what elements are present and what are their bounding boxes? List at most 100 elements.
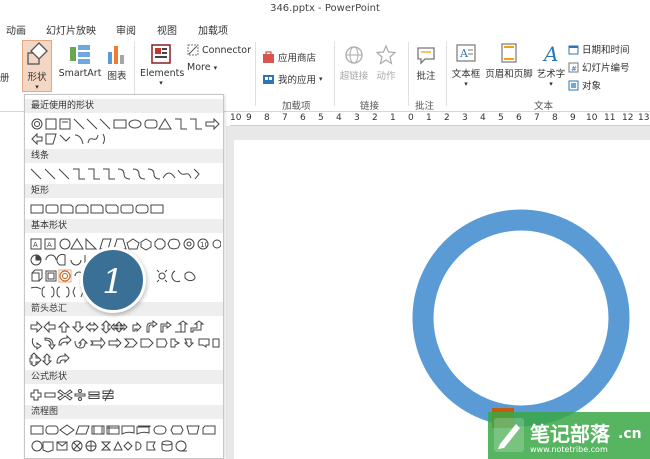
calendar-icon	[568, 45, 579, 54]
comment-label: 批注	[416, 71, 436, 82]
arrow-icons	[29, 352, 70, 367]
comment-icon	[417, 47, 435, 65]
svg-text:10: 10	[200, 241, 209, 249]
object-label: 对象	[582, 81, 602, 92]
textbox-label: 文本框	[451, 69, 481, 80]
ruler-tick: 3	[354, 113, 360, 123]
chart-button[interactable]: 图表	[105, 42, 129, 82]
section-flowchart: 流程图	[25, 405, 223, 419]
my-apps-label: 我的应用	[278, 75, 317, 86]
watermark: 笔记部落 .cn www.notetribe.com	[488, 412, 650, 459]
rectangles-row[interactable]	[29, 201, 179, 217]
chart-icon	[108, 46, 124, 64]
slide-number-label: 幻灯片编号	[582, 63, 630, 74]
flowchart-row-1[interactable]	[29, 422, 221, 438]
ruler-tick: 12	[622, 113, 634, 123]
ruler-tick: 8	[552, 113, 558, 123]
section-equation-shapes: 公式形状	[25, 370, 223, 384]
hyperlink-button[interactable]: 超链接	[338, 44, 370, 82]
chevron-down-icon: ▾	[213, 63, 218, 72]
album-button-partial[interactable]: 册	[0, 70, 10, 84]
wordart-icon: A	[542, 42, 558, 64]
globe-link-icon	[345, 46, 363, 64]
datetime-button[interactable]: 日期和时间	[568, 42, 630, 56]
object-icon	[568, 80, 579, 90]
more-button[interactable]: More ▾	[187, 62, 217, 73]
shapes-button[interactable]: 形状 ▾	[22, 40, 52, 92]
arrows-row-1[interactable]	[29, 319, 221, 335]
donut-ring-shape[interactable]	[412, 209, 630, 427]
comments-group-label: 批注	[415, 101, 435, 112]
textbox-button[interactable]: A 文本框 ▾	[450, 42, 482, 88]
connector-icon	[187, 44, 199, 56]
rectangle-icons	[30, 204, 164, 214]
elements-icon	[151, 44, 171, 64]
chart-label: 图表	[107, 71, 127, 82]
tab-review[interactable]: 审阅	[116, 22, 136, 37]
equation-row[interactable]	[29, 387, 149, 403]
recent-shapes-row-2[interactable]	[29, 131, 149, 147]
text-group-label: 文本	[534, 101, 554, 112]
ruler-tick: 0	[408, 113, 414, 123]
shape-icons	[31, 132, 105, 146]
step-number: 1	[102, 262, 124, 302]
app-store-label: 应用商店	[278, 53, 317, 64]
recent-shapes-row-1[interactable]	[29, 116, 221, 132]
ruler-tick: 10	[230, 113, 242, 123]
ruler-tick: 4	[480, 113, 486, 123]
action-label: 动作	[376, 71, 396, 82]
arrow-icons	[31, 335, 220, 350]
flowchart-row-2[interactable]	[29, 438, 221, 454]
svg-text:#: #	[571, 65, 577, 73]
connector-button[interactable]: Connector	[187, 44, 251, 56]
shapes-icon	[27, 42, 48, 65]
header-footer-button[interactable]: 页眉和页脚	[484, 42, 534, 80]
section-basic-shapes: 基本形状	[25, 219, 223, 233]
my-apps-button[interactable]: 我的应用 ▾	[262, 72, 323, 86]
chevron-down-icon: ▾	[319, 75, 323, 83]
ruler-tick: 4	[336, 113, 342, 123]
smartart-button[interactable]: SmartArt	[58, 42, 102, 79]
ruler-tick: 6	[516, 113, 522, 123]
tab-addins[interactable]: 加载项	[198, 22, 228, 37]
smartart-label: SmartArt	[58, 68, 102, 79]
ruler-tick: 2	[444, 113, 450, 123]
svg-text:A: A	[47, 241, 52, 249]
ruler-tick: 6	[300, 113, 306, 123]
connector-label: Connector	[202, 44, 251, 56]
arrows-row-3[interactable]	[29, 351, 109, 367]
ruler-tick: 3	[462, 113, 468, 123]
tab-view[interactable]: 视图	[157, 22, 177, 37]
horizontal-ruler: 10 9 8 7 6 5 4 3 2 1 0 1 2 3 4 5 6 7 8 9…	[230, 112, 650, 126]
comment-button[interactable]: 批注	[412, 44, 440, 82]
line-icons	[30, 168, 200, 180]
ruler-tick: 9	[246, 113, 252, 123]
arrows-row-2[interactable]	[29, 335, 221, 351]
tab-animations[interactable]: 动画	[6, 22, 26, 37]
ruler-tick: 10	[586, 113, 598, 123]
app-store-button[interactable]: 应用商店	[262, 50, 316, 64]
section-recent-shapes: 最近使用的形状	[25, 99, 223, 113]
ruler-tick: 11	[604, 113, 616, 123]
object-button[interactable]: 对象	[568, 78, 601, 92]
elements-label: Elements	[140, 68, 185, 79]
elements-button[interactable]: Elements ▾	[140, 42, 185, 87]
tab-slideshow[interactable]: 幻灯片放映	[46, 22, 96, 37]
lines-row[interactable]	[29, 166, 221, 182]
shapes-label: 形状	[27, 72, 47, 83]
wordart-button[interactable]: A 艺术字 ▾	[536, 42, 566, 88]
textbox-icon: A	[456, 44, 476, 62]
watermark-suffix: .cn	[618, 426, 642, 442]
equation-icons	[30, 388, 114, 402]
hyperlink-label: 超链接	[339, 71, 369, 82]
action-button[interactable]: 动作	[373, 44, 399, 82]
wordart-label: 艺术字	[536, 69, 566, 80]
smartart-icon	[70, 45, 90, 64]
ruler-tick: 8	[264, 113, 270, 123]
my-apps-icon	[263, 74, 274, 84]
arrow-icons	[30, 320, 205, 334]
header-footer-icon	[501, 43, 517, 63]
slide-number-button[interactable]: # 幻灯片编号	[568, 60, 630, 74]
shape-icons	[31, 117, 220, 131]
watermark-domain: www.notetribe.com	[530, 445, 608, 454]
